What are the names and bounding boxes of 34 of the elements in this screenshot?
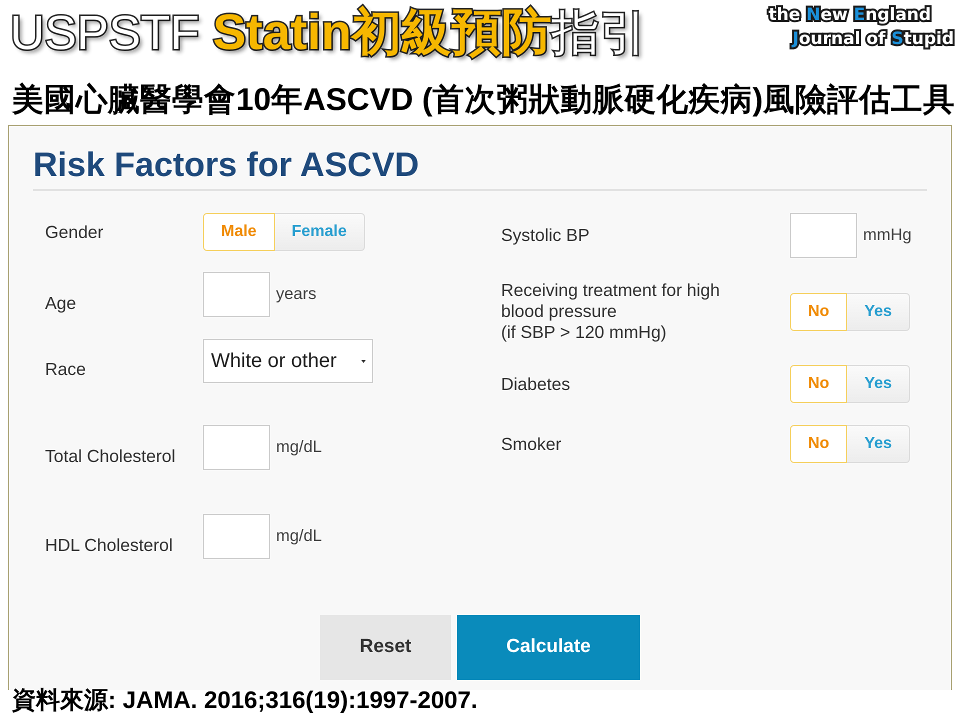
field-label: Total Cholesterol (45, 446, 176, 468)
toggle-button[interactable]: No (790, 365, 848, 403)
dropdown-select[interactable]: White or other (203, 339, 373, 383)
field-label: HDL Cholesterol (45, 535, 174, 557)
unit-label: mg/dL (276, 526, 322, 548)
field-label: Diabetes (501, 374, 572, 394)
caret-icon (361, 360, 366, 362)
unit-label: mg/dL (276, 437, 322, 458)
toggle-button[interactable]: Male (203, 213, 275, 251)
page-title: USPSTF Statin初級預防指引 (9, 3, 648, 62)
text-field[interactable] (203, 425, 270, 470)
form-heading: Risk Factors for ASCVD (33, 146, 420, 184)
subtitle: 美國心臟醫學會10年ASCVD (首次粥狀動脈硬化疾病)風險評估工具 (10, 80, 956, 119)
field-label: Systolic BP (501, 225, 590, 246)
toggle-button[interactable]: Yes (847, 292, 910, 330)
toggle-button[interactable]: No (790, 292, 848, 330)
text-field[interactable] (790, 213, 857, 258)
reset-button[interactable]: Reset (320, 615, 451, 680)
unit-label: mmHg (863, 225, 912, 246)
field-label: Receiving treatment for high blood pressure (if SBP > 120 mmHg) (501, 280, 721, 343)
text-field[interactable] (203, 272, 270, 317)
toggle-button[interactable]: Yes (847, 365, 910, 403)
calculate-button[interactable]: Calculate (457, 615, 640, 680)
field-label: Race (45, 359, 87, 381)
text-field[interactable] (203, 514, 270, 559)
toggle-button[interactable]: No (790, 425, 848, 463)
toggle-button[interactable]: Yes (847, 425, 910, 463)
unit-label: years (276, 284, 316, 306)
toggle-button[interactable]: Female (274, 213, 365, 251)
journal-logo: the New England Journal of Stupid (768, 4, 956, 51)
source-citation: 資料來源: JAMA. 2016;316(19):1997-2007. (11, 686, 479, 716)
field-label: Age (45, 293, 78, 315)
field-label: Gender (45, 222, 104, 242)
field-label: Smoker (501, 434, 562, 454)
